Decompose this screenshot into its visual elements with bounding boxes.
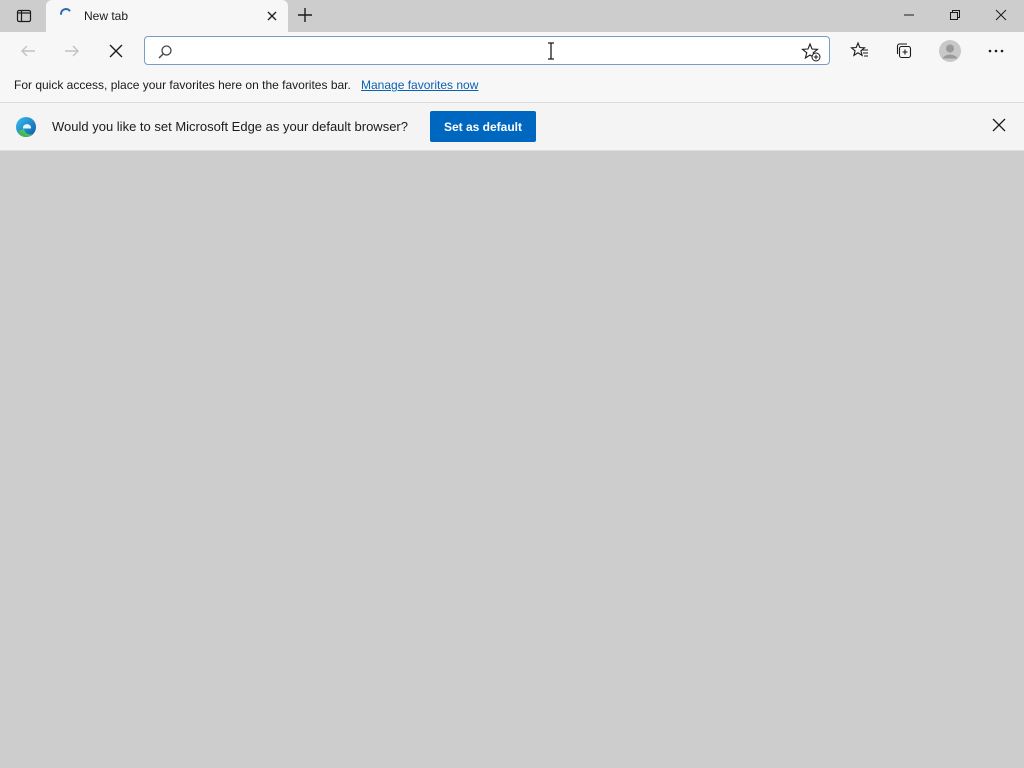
address-bar[interactable] [144, 36, 830, 65]
restore-button[interactable] [932, 0, 978, 30]
profile-button[interactable] [934, 36, 966, 66]
text-cursor-icon [548, 42, 554, 60]
close-icon [995, 9, 1007, 21]
star-add-icon[interactable] [801, 42, 821, 62]
profile-icon [939, 40, 961, 62]
back-arrow-icon [21, 45, 35, 57]
stop-icon [109, 44, 123, 58]
default-browser-infobar: Would you like to set Microsoft Edge as … [0, 103, 1024, 151]
tab-actions-icon [16, 9, 32, 23]
more-button[interactable] [980, 36, 1012, 66]
favorites-bar-message: For quick access, place your favorites h… [14, 78, 351, 92]
address-input[interactable] [181, 41, 785, 63]
infobar-close-icon[interactable] [990, 116, 1008, 134]
stop-loading-button[interactable] [100, 36, 132, 66]
infobar-message: Would you like to set Microsoft Edge as … [52, 119, 408, 134]
edge-logo-icon [16, 117, 36, 138]
manage-favorites-link[interactable]: Manage favorites now [361, 78, 478, 92]
more-icon [988, 49, 1004, 53]
new-tab-button[interactable] [294, 4, 316, 26]
loading-spinner-icon [60, 8, 71, 15]
title-bar: New tab [0, 0, 1024, 32]
favorites-bar: For quick access, place your favorites h… [0, 70, 1024, 103]
set-as-default-button[interactable]: Set as default [430, 111, 536, 142]
window-close-button[interactable] [978, 0, 1024, 30]
forward-arrow-icon [65, 45, 79, 57]
tab-actions-button[interactable] [8, 4, 40, 28]
tab-new-tab[interactable]: New tab [46, 0, 288, 32]
plus-icon [298, 8, 312, 22]
minimize-icon [904, 14, 914, 16]
forward-button[interactable] [56, 36, 88, 66]
favorites-icon [850, 41, 868, 57]
toolbar [0, 32, 1024, 70]
tab-title: New tab [84, 9, 129, 23]
back-button[interactable] [12, 36, 44, 66]
page-content-area [0, 151, 1024, 768]
search-icon [158, 45, 172, 59]
collections-button[interactable] [888, 36, 920, 66]
restore-icon [950, 10, 960, 20]
minimize-button[interactable] [886, 0, 932, 30]
tab-close-icon[interactable] [264, 8, 280, 24]
collections-icon [896, 43, 912, 59]
favorites-button[interactable] [844, 36, 876, 66]
